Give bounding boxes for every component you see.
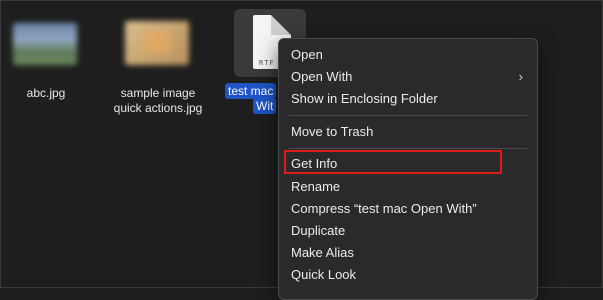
get-info-highlight-box [284,150,502,174]
sample-image-label[interactable]: sample image quick actions.jpg [103,86,213,116]
menu-item-move-to-trash[interactable]: Move to Trash [291,121,525,143]
chevron-right-icon: › [518,69,523,84]
menu-separator [289,115,527,116]
abc-jpg-thumbnail[interactable] [13,23,77,65]
menu-item-open-with[interactable]: Open With › [291,66,525,88]
menu-item-make-alias[interactable]: Make Alias [291,242,525,264]
menu-item-rename[interactable]: Rename [291,176,525,198]
rtf-tag: RTF [259,59,275,67]
menu-item-open[interactable]: Open [291,44,525,66]
menu-item-duplicate[interactable]: Duplicate [291,220,525,242]
menu-item-quick-look[interactable]: Quick Look [291,264,525,286]
menu-item-show-in-enclosing-folder[interactable]: Show in Enclosing Folder [291,88,525,110]
sample-image-thumbnail[interactable] [125,21,189,65]
menu-item-compress[interactable]: Compress “test mac Open With” [291,198,525,220]
abc-jpg-label[interactable]: abc.jpg [11,86,81,101]
menu-separator [289,148,527,149]
